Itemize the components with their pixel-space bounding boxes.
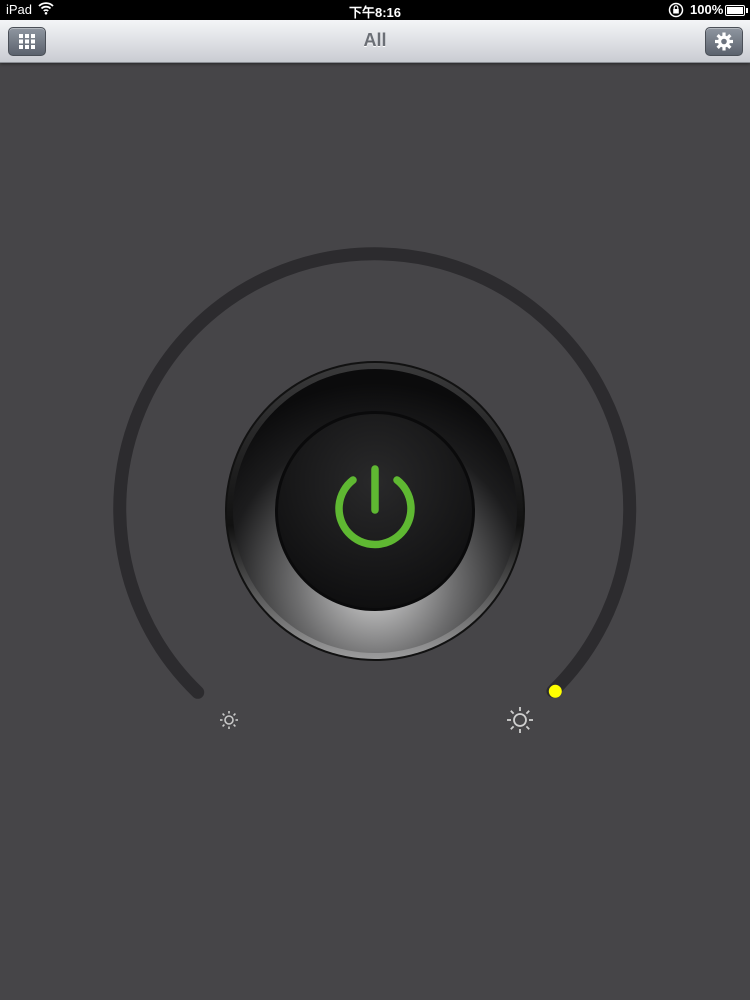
- power-button[interactable]: [225, 361, 525, 661]
- sun-dim-icon: [220, 711, 238, 729]
- brightness-dial: [113, 247, 637, 733]
- brightness-slider-knob[interactable]: [548, 684, 562, 698]
- sun-bright-icon: [507, 707, 533, 733]
